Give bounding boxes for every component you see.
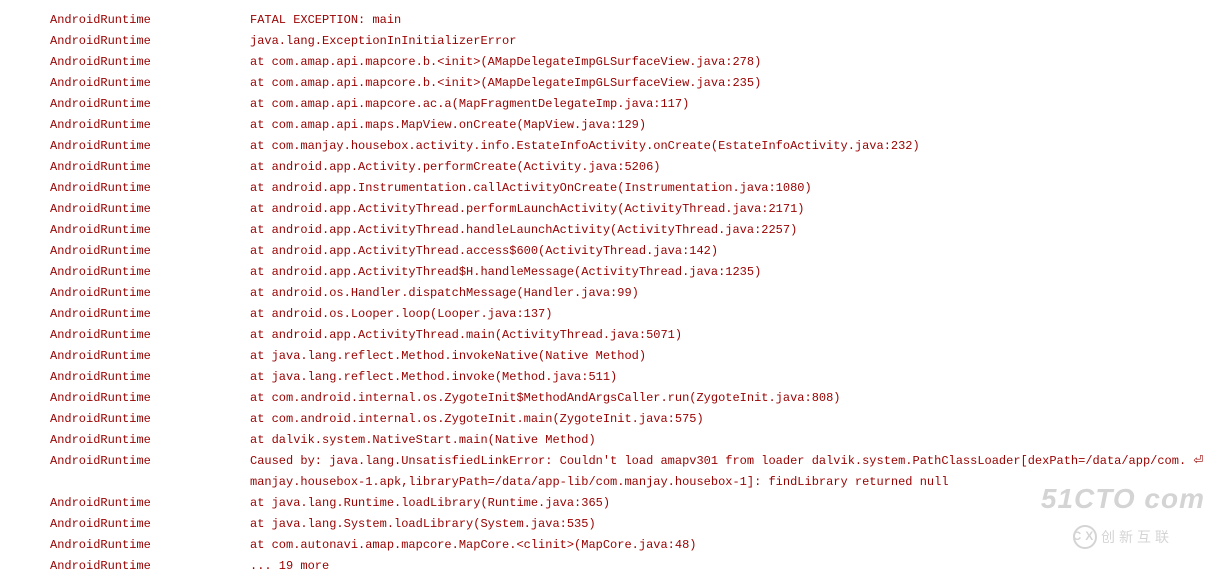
log-tag: AndroidRuntime: [50, 52, 250, 73]
log-line[interactable]: AndroidRuntimeat android.app.ActivityThr…: [50, 262, 1221, 283]
log-tag: AndroidRuntime: [50, 157, 250, 178]
log-message: manjay.housebox-1.apk,libraryPath=/data/…: [250, 472, 1221, 493]
log-tag: AndroidRuntime: [50, 556, 250, 577]
log-tag: AndroidRuntime: [50, 325, 250, 346]
log-tag: AndroidRuntime: [50, 73, 250, 94]
log-message: at android.app.Instrumentation.callActiv…: [250, 178, 1221, 199]
log-line[interactable]: AndroidRuntimeat com.amap.api.mapcore.b.…: [50, 73, 1221, 94]
log-line[interactable]: AndroidRuntimeat java.lang.Runtime.loadL…: [50, 493, 1221, 514]
log-message: at com.amap.api.mapcore.b.<init>(AMapDel…: [250, 52, 1221, 73]
log-tag: AndroidRuntime: [50, 199, 250, 220]
log-line[interactable]: AndroidRuntimeat android.app.Activity.pe…: [50, 157, 1221, 178]
log-line[interactable]: AndroidRuntimeat com.manjay.housebox.act…: [50, 136, 1221, 157]
log-tag: AndroidRuntime: [50, 10, 250, 31]
log-tag: AndroidRuntime: [50, 451, 250, 472]
log-tag: AndroidRuntime: [50, 430, 250, 451]
log-tag: AndroidRuntime: [50, 409, 250, 430]
log-tag: AndroidRuntime: [50, 178, 250, 199]
log-message: at android.app.Activity.performCreate(Ac…: [250, 157, 1221, 178]
log-line[interactable]: AndroidRuntimeat com.android.internal.os…: [50, 388, 1221, 409]
log-line[interactable]: manjay.housebox-1.apk,libraryPath=/data/…: [50, 472, 1221, 493]
log-message: at com.manjay.housebox.activity.info.Est…: [250, 136, 1221, 157]
log-message: at com.android.internal.os.ZygoteInit.ma…: [250, 409, 1221, 430]
log-message: at android.os.Handler.dispatchMessage(Ha…: [250, 283, 1221, 304]
log-tag: AndroidRuntime: [50, 136, 250, 157]
log-tag: AndroidRuntime: [50, 346, 250, 367]
log-message: at android.os.Looper.loop(Looper.java:13…: [250, 304, 1221, 325]
log-line[interactable]: AndroidRuntimeat java.lang.System.loadLi…: [50, 514, 1221, 535]
log-message: at java.lang.System.loadLibrary(System.j…: [250, 514, 1221, 535]
log-line[interactable]: AndroidRuntimeat android.app.Instrumenta…: [50, 178, 1221, 199]
log-tag: AndroidRuntime: [50, 220, 250, 241]
log-line[interactable]: AndroidRuntimeat dalvik.system.NativeSta…: [50, 430, 1221, 451]
log-message: Caused by: java.lang.UnsatisfiedLinkErro…: [250, 451, 1221, 472]
log-message: at java.lang.Runtime.loadLibrary(Runtime…: [250, 493, 1221, 514]
log-message: at android.app.ActivityThread$H.handleMe…: [250, 262, 1221, 283]
log-message: FATAL EXCEPTION: main: [250, 10, 1221, 31]
log-tag: AndroidRuntime: [50, 367, 250, 388]
log-line[interactable]: AndroidRuntimejava.lang.ExceptionInIniti…: [50, 31, 1221, 52]
log-tag: AndroidRuntime: [50, 535, 250, 556]
log-message: at android.app.ActivityThread.main(Activ…: [250, 325, 1221, 346]
log-message: at java.lang.reflect.Method.invokeNative…: [250, 346, 1221, 367]
log-message: at android.app.ActivityThread.access$600…: [250, 241, 1221, 262]
log-tag: AndroidRuntime: [50, 493, 250, 514]
log-message: at dalvik.system.NativeStart.main(Native…: [250, 430, 1221, 451]
log-line[interactable]: AndroidRuntimeat android.os.Handler.disp…: [50, 283, 1221, 304]
log-tag: AndroidRuntime: [50, 514, 250, 535]
log-tag: AndroidRuntime: [50, 94, 250, 115]
log-line[interactable]: AndroidRuntimeCaused by: java.lang.Unsat…: [50, 451, 1221, 472]
log-line[interactable]: AndroidRuntimeat android.app.ActivityThr…: [50, 220, 1221, 241]
log-message: at com.amap.api.maps.MapView.onCreate(Ma…: [250, 115, 1221, 136]
log-message: at com.amap.api.mapcore.ac.a(MapFragment…: [250, 94, 1221, 115]
log-line[interactable]: AndroidRuntimeat android.app.ActivityThr…: [50, 199, 1221, 220]
log-line[interactable]: AndroidRuntimeat com.autonavi.amap.mapco…: [50, 535, 1221, 556]
log-message: at android.app.ActivityThread.performLau…: [250, 199, 1221, 220]
log-message: at com.autonavi.amap.mapcore.MapCore.<cl…: [250, 535, 1221, 556]
log-tag: AndroidRuntime: [50, 283, 250, 304]
log-tag: AndroidRuntime: [50, 241, 250, 262]
log-line[interactable]: AndroidRuntimeFATAL EXCEPTION: main: [50, 10, 1221, 31]
log-tag: AndroidRuntime: [50, 262, 250, 283]
log-message: java.lang.ExceptionInInitializerError: [250, 31, 1221, 52]
log-line[interactable]: AndroidRuntimeat com.amap.api.mapcore.b.…: [50, 52, 1221, 73]
log-line[interactable]: AndroidRuntimeat com.amap.api.mapcore.ac…: [50, 94, 1221, 115]
log-line[interactable]: AndroidRuntimeat java.lang.reflect.Metho…: [50, 367, 1221, 388]
log-tag: AndroidRuntime: [50, 304, 250, 325]
log-line[interactable]: AndroidRuntimeat com.amap.api.maps.MapVi…: [50, 115, 1221, 136]
log-message: at java.lang.reflect.Method.invoke(Metho…: [250, 367, 1221, 388]
log-message: at com.amap.api.mapcore.b.<init>(AMapDel…: [250, 73, 1221, 94]
log-message: at android.app.ActivityThread.handleLaun…: [250, 220, 1221, 241]
log-tag: AndroidRuntime: [50, 115, 250, 136]
log-line[interactable]: AndroidRuntime... 19 more: [50, 556, 1221, 577]
log-tag: [50, 472, 250, 493]
log-message: at com.android.internal.os.ZygoteInit$Me…: [250, 388, 1221, 409]
log-message: ... 19 more: [250, 556, 1221, 577]
log-tag: AndroidRuntime: [50, 388, 250, 409]
log-output[interactable]: AndroidRuntimeFATAL EXCEPTION: mainAndro…: [50, 10, 1221, 577]
log-line[interactable]: AndroidRuntimeat android.app.ActivityThr…: [50, 325, 1221, 346]
log-line[interactable]: AndroidRuntimeat java.lang.reflect.Metho…: [50, 346, 1221, 367]
log-line[interactable]: AndroidRuntimeat android.os.Looper.loop(…: [50, 304, 1221, 325]
log-tag: AndroidRuntime: [50, 31, 250, 52]
log-line[interactable]: AndroidRuntimeat android.app.ActivityThr…: [50, 241, 1221, 262]
log-line[interactable]: AndroidRuntimeat com.android.internal.os…: [50, 409, 1221, 430]
